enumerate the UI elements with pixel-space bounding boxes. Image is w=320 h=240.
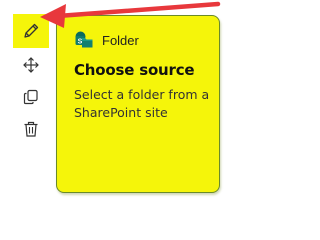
sharepoint-folder-icon: S bbox=[75, 31, 93, 48]
card-type-label: Folder bbox=[102, 32, 139, 48]
card-description: Select a folder from a SharePoint site bbox=[74, 87, 210, 120]
move-button[interactable] bbox=[13, 48, 49, 82]
svg-text:S: S bbox=[78, 39, 83, 46]
trash-icon bbox=[24, 121, 38, 137]
delete-button[interactable] bbox=[13, 112, 49, 146]
pencil-icon bbox=[24, 23, 39, 38]
card-header: S Folder bbox=[74, 30, 139, 50]
card-title: Choose source bbox=[74, 61, 195, 79]
card-toolbar bbox=[13, 14, 49, 146]
duplicate-button[interactable] bbox=[13, 80, 49, 114]
move-icon bbox=[23, 57, 39, 73]
folder-source-card[interactable]: S Folder Choose source Select a folder f… bbox=[56, 15, 220, 193]
edit-button[interactable] bbox=[13, 14, 49, 48]
duplicate-icon bbox=[23, 89, 38, 105]
